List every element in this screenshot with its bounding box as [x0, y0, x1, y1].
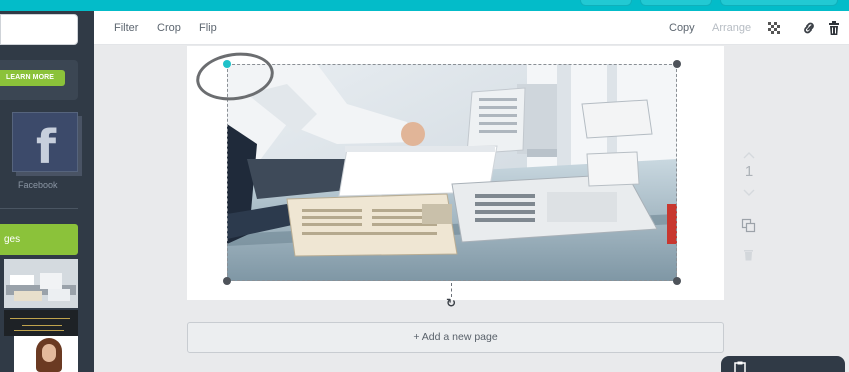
- top-header-bar: [0, 0, 849, 11]
- resize-handle-bottom-right[interactable]: [673, 277, 681, 285]
- page-number: 1: [744, 163, 754, 180]
- sidebar-search-input[interactable]: [0, 14, 78, 45]
- facebook-label: Facebook: [18, 180, 58, 190]
- image-thumbnail[interactable]: [14, 336, 78, 372]
- help-widget[interactable]: [721, 356, 845, 372]
- office-desk-photo[interactable]: [227, 64, 677, 281]
- resize-handle-bottom-left[interactable]: [223, 277, 231, 285]
- diagram-line: [14, 330, 64, 331]
- clipboard-icon: [734, 361, 746, 372]
- transparency-icon[interactable]: [766, 20, 782, 36]
- filter-button[interactable]: Filter: [114, 11, 138, 45]
- rotate-icon[interactable]: ↻: [444, 296, 458, 310]
- images-tab[interactable]: ges: [0, 224, 78, 255]
- copy-button[interactable]: Copy: [669, 11, 695, 45]
- add-new-page-button[interactable]: + Add a new page: [187, 322, 724, 353]
- header-button[interactable]: [640, 0, 712, 6]
- office-photo-thumbnail: [4, 259, 78, 308]
- sidebar-divider: [0, 208, 78, 209]
- image-toolbar: Filter Crop Flip Copy Arrange: [94, 11, 849, 45]
- duplicate-page-icon[interactable]: [741, 218, 756, 233]
- resize-handle-top-right[interactable]: [673, 60, 681, 68]
- resize-handle-top-left[interactable]: [223, 60, 231, 68]
- link-icon[interactable]: [801, 20, 817, 36]
- diagram-line: [10, 318, 70, 319]
- header-button[interactable]: [720, 0, 838, 6]
- delete-page-icon[interactable]: [743, 248, 754, 261]
- rotate-stem: [451, 283, 452, 297]
- page-up-icon[interactable]: [743, 150, 755, 160]
- image-thumbnail[interactable]: [4, 310, 78, 336]
- header-button[interactable]: [580, 0, 632, 6]
- trash-icon[interactable]: [826, 20, 842, 36]
- crop-button[interactable]: Crop: [157, 11, 181, 45]
- flip-button[interactable]: Flip: [199, 11, 217, 45]
- diagram-line: [22, 325, 62, 326]
- office-desk-image: [227, 64, 677, 281]
- page-down-icon[interactable]: [743, 188, 755, 198]
- image-thumbnail[interactable]: [4, 259, 78, 308]
- portrait-face: [42, 344, 56, 362]
- facebook-icon: f: [36, 120, 57, 174]
- learn-more-button[interactable]: LEARN MORE: [0, 70, 65, 86]
- arrange-button[interactable]: Arrange: [712, 11, 751, 45]
- editor-app: LEARN MORE f Facebook ges Filter Crop Fl…: [0, 0, 849, 372]
